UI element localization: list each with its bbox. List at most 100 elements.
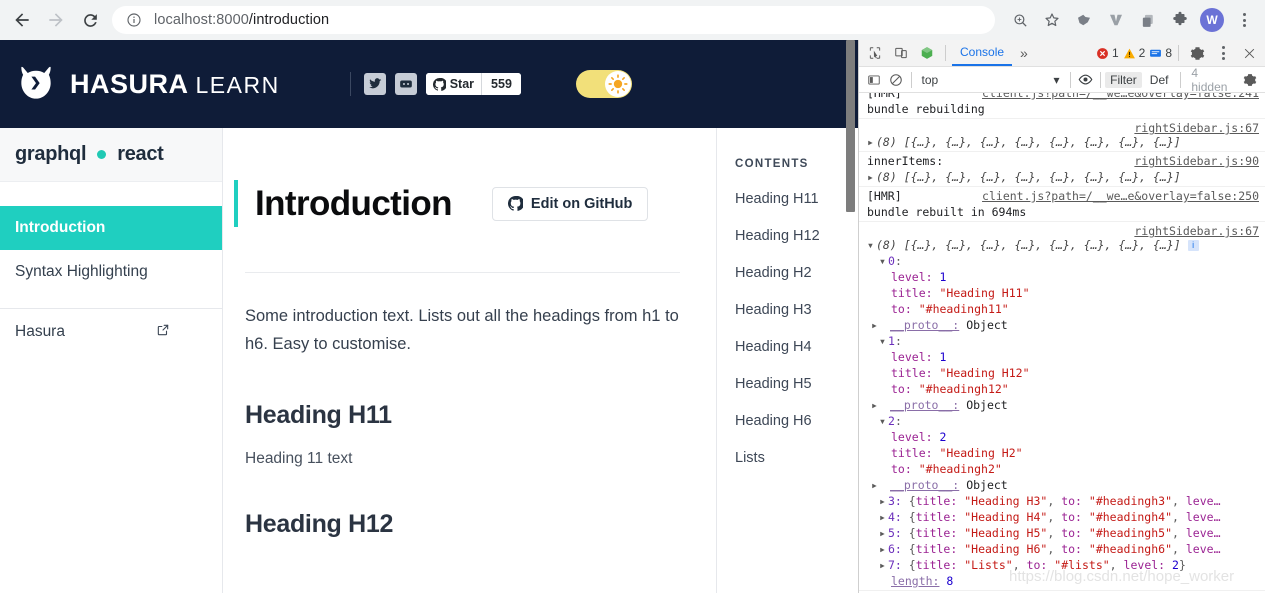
console-object-proto[interactable]: ▸ __proto__: Object	[867, 317, 1265, 333]
console-context-select[interactable]: top ▾	[916, 73, 1066, 87]
console-filter-input[interactable]: Filter	[1105, 71, 1142, 88]
prop-value: "Lists"	[964, 558, 1013, 572]
twitter-icon[interactable]	[363, 73, 386, 95]
toc-item-heading-h2[interactable]: Heading H2	[735, 265, 858, 281]
screen-root: localhost:8000/introduction W HASURA LEA…	[0, 0, 1265, 593]
bookmark-star-icon[interactable]	[1037, 5, 1067, 35]
live-expression-eye-icon[interactable]	[1074, 69, 1096, 91]
forward-button[interactable]	[40, 4, 72, 36]
prop-value: "#headingh12"	[918, 382, 1009, 396]
gear-icon[interactable]	[1185, 42, 1209, 64]
reload-button[interactable]	[74, 4, 106, 36]
warning-badge[interactable]: 2	[1123, 46, 1145, 60]
extension-v-icon[interactable]	[1101, 5, 1131, 35]
kebab-menu-icon[interactable]	[1211, 42, 1235, 64]
console-row-array-1[interactable]: rightSidebar.js:67 ▸ (8) [{…}, {…}, {…}, …	[859, 119, 1265, 152]
error-badge[interactable]: 1	[1096, 46, 1119, 60]
prop-value: "#headingh4"	[1088, 510, 1172, 524]
browser-toolbar: localhost:8000/introduction W	[0, 0, 1265, 40]
expand-triangle-icon[interactable]: ▸	[867, 134, 876, 150]
prop-value: "Heading H5"	[964, 526, 1048, 540]
toc-item-heading-h6[interactable]: Heading H6	[735, 413, 858, 429]
page-scrollbar[interactable]	[846, 40, 855, 593]
gear-icon[interactable]	[1239, 69, 1261, 91]
collapse-triangle-icon[interactable]: ▾	[867, 237, 876, 253]
info-badge[interactable]: 8	[1149, 46, 1172, 60]
page-scrollbar-thumb[interactable]	[846, 40, 855, 212]
site-info-icon[interactable]	[126, 12, 142, 28]
extension-copy-icon[interactable]	[1133, 5, 1163, 35]
extensions-puzzle-icon[interactable]	[1165, 5, 1195, 35]
inspect-cursor-icon[interactable]	[863, 42, 887, 64]
tab-console[interactable]: Console	[952, 40, 1013, 66]
toc-item-heading-h11[interactable]: Heading H11	[735, 191, 858, 207]
close-icon[interactable]	[1237, 42, 1261, 64]
console-object-index[interactable]: ▾ 1:	[867, 333, 1265, 349]
header-actions: Star 559	[349, 70, 632, 98]
console-row-hmr-rebuilt[interactable]: client.js?path=/__we…e&overlay=false:250…	[859, 187, 1265, 222]
sidebar-item-introduction[interactable]: Introduction	[0, 206, 222, 250]
console-object-collapsed[interactable]: ▸ 3: {title: "Heading H3", to: "#headingh…	[867, 493, 1265, 509]
console-log-level-select[interactable]: Def	[1142, 73, 1177, 87]
console-object-proto[interactable]: ▸ __proto__: Object	[867, 477, 1265, 493]
console-source-link[interactable]: rightSidebar.js:67	[1134, 223, 1259, 239]
expand-triangle-icon[interactable]: ▸	[879, 509, 888, 525]
console-sidebar-icon[interactable]	[863, 69, 885, 91]
console-object-proto[interactable]: ▸ __proto__: Object	[867, 397, 1265, 413]
sidebar-item-hasura-external[interactable]: Hasura	[0, 309, 223, 355]
sidebar-item-syntax-highlighting[interactable]: Syntax Highlighting	[0, 250, 222, 294]
expand-triangle-icon[interactable]: ▸	[871, 317, 890, 333]
chevron-right-double-icon[interactable]: »	[1014, 45, 1034, 61]
green-cube-icon[interactable]	[915, 42, 939, 64]
console-object-collapsed[interactable]: ▸ 6: {title: "Heading H6", to: "#headingh…	[867, 541, 1265, 557]
toc-item-heading-h5[interactable]: Heading H5	[735, 376, 858, 392]
edit-on-github-button[interactable]: Edit on GitHub	[491, 186, 649, 221]
expand-triangle-icon[interactable]: ▸	[871, 397, 890, 413]
collapse-triangle-icon[interactable]: ▾	[879, 413, 888, 429]
avatar[interactable]: W	[1197, 5, 1227, 35]
console-source-link[interactable]: client.js?path=/__we…e&overlay=false:241	[982, 93, 1259, 101]
github-star-button[interactable]: Star 559	[425, 73, 521, 95]
console-output[interactable]: client.js?path=/__we…e&overlay=false:241…	[859, 93, 1265, 593]
console-object-collapsed[interactable]: ▸ 5: {title: "Heading H5", to: "#headingh…	[867, 525, 1265, 541]
warning-icon	[1123, 48, 1135, 58]
toc-item-heading-h12[interactable]: Heading H12	[735, 228, 858, 244]
clear-console-icon[interactable]	[885, 69, 907, 91]
expand-triangle-icon[interactable]: ▸	[879, 557, 888, 573]
error-count: 1	[1111, 46, 1119, 60]
console-object-index[interactable]: ▾ 0:	[867, 253, 1265, 269]
console-object-prop: to: "#headingh2"	[867, 461, 1265, 477]
toc-item-heading-h4[interactable]: Heading H4	[735, 339, 858, 355]
prop-value: "#headingh5"	[1088, 526, 1172, 540]
discord-icon[interactable]	[394, 73, 417, 95]
console-source-link[interactable]: rightSidebar.js:90	[1134, 153, 1259, 169]
console-object-collapsed[interactable]: ▸ 7: {title: "Lists", to: "#lists", level…	[867, 557, 1265, 573]
external-link-icon	[156, 323, 170, 342]
expand-triangle-icon[interactable]: ▸	[879, 541, 888, 557]
expand-triangle-icon[interactable]: ▸	[871, 477, 890, 493]
toc-item-heading-h3[interactable]: Heading H3	[735, 302, 858, 318]
brand[interactable]: HASURA LEARN	[14, 62, 280, 106]
prop-tail: leve…	[1185, 510, 1221, 524]
theme-toggle[interactable]	[575, 70, 632, 98]
expand-triangle-icon[interactable]: ▸	[879, 525, 888, 541]
console-row-array-expanded[interactable]: rightSidebar.js:67 ▾ (8) [{…}, {…}, {…}, …	[859, 222, 1265, 591]
console-source-link[interactable]: client.js?path=/__we…e&overlay=false:250	[982, 188, 1259, 204]
kebab-menu-icon[interactable]	[1229, 5, 1259, 35]
console-row-inneritems[interactable]: rightSidebar.js:90 innerItems: ▸ (8) [{…}…	[859, 152, 1265, 187]
console-source-link[interactable]: rightSidebar.js:67	[1134, 120, 1259, 136]
console-object-collapsed[interactable]: ▸ 4: {title: "Heading H4", to: "#headingh…	[867, 509, 1265, 525]
info-icon[interactable]: i	[1187, 240, 1199, 251]
zoom-icon[interactable]	[1005, 5, 1035, 35]
collapse-triangle-icon[interactable]: ▾	[879, 333, 888, 349]
expand-triangle-icon[interactable]: ▸	[867, 169, 876, 185]
toc-item-lists[interactable]: Lists	[735, 450, 858, 466]
device-toolbar-icon[interactable]	[889, 42, 913, 64]
collapse-triangle-icon[interactable]: ▾	[879, 253, 888, 269]
back-button[interactable]	[6, 4, 38, 36]
address-bar[interactable]: localhost:8000/introduction	[112, 6, 995, 34]
expand-triangle-icon[interactable]: ▸	[879, 493, 888, 509]
console-object-index[interactable]: ▾ 2:	[867, 413, 1265, 429]
extension-pocket-icon[interactable]	[1069, 5, 1099, 35]
console-row-hmr-rebuilding[interactable]: client.js?path=/__we…e&overlay=false:241…	[859, 93, 1265, 119]
